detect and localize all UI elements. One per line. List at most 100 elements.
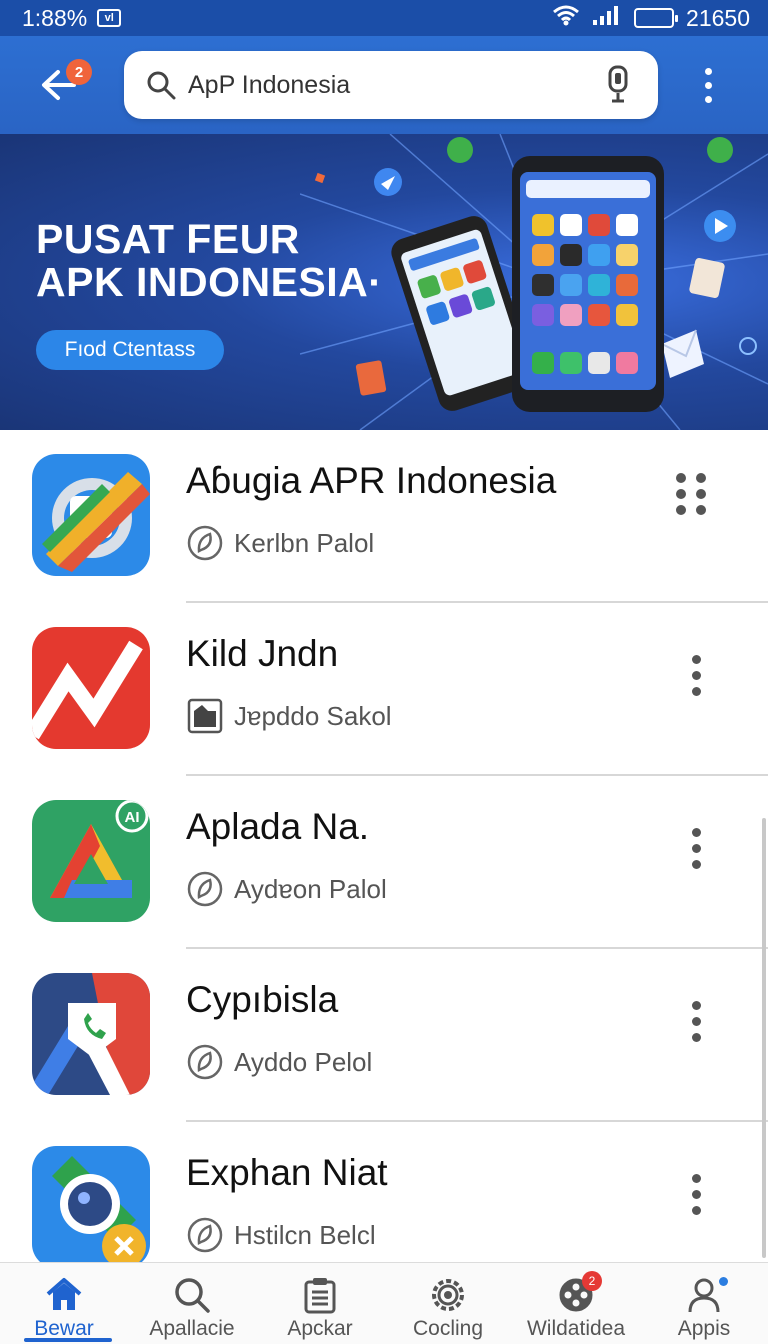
dot	[691, 1189, 701, 1199]
nav-item-apckar[interactable]: Apckar	[256, 1263, 384, 1344]
row-menu-button[interactable]	[674, 473, 708, 515]
leaf-circle-icon	[186, 870, 224, 908]
app-meta: Kerlbn Palol	[186, 524, 374, 562]
nav-label: Apallacie	[149, 1317, 235, 1340]
promo-banner[interactable]: PUSAT FEUR APK INDONESIA· Fıod Ctentass	[0, 134, 768, 430]
nav-badge: 2	[582, 1271, 602, 1291]
search-box[interactable]	[124, 51, 658, 119]
app-meta: Aydɐon Palol	[186, 870, 387, 908]
row-menu-button[interactable]	[676, 820, 716, 876]
vpn-icon: vl	[97, 9, 122, 27]
home-icon	[44, 1275, 84, 1315]
app-icon: AI	[32, 800, 150, 922]
app-icon	[32, 627, 150, 749]
dot	[691, 670, 701, 680]
app-bar: 2	[0, 36, 768, 134]
microphone-icon	[608, 65, 628, 103]
scrollbar-thumb[interactable]	[762, 818, 766, 1258]
status-time: 1:88%	[22, 4, 88, 31]
app-icon	[32, 973, 150, 1095]
dot	[691, 1032, 701, 1042]
dot	[704, 95, 712, 103]
status-right-text: 21650	[686, 4, 750, 31]
dot	[691, 843, 701, 853]
row-menu-button[interactable]	[676, 647, 716, 703]
notification-badge: 2	[66, 59, 92, 85]
app-name: Cypıbisla	[186, 979, 339, 1020]
back-button[interactable]: 2	[30, 57, 92, 113]
image-icon	[186, 697, 224, 735]
dot	[696, 489, 706, 499]
gear-icon	[428, 1275, 468, 1315]
app-name: Exphan Niat	[186, 1152, 388, 1193]
dot	[691, 1173, 701, 1183]
dot	[704, 67, 712, 75]
ai-badge: AI	[125, 809, 140, 826]
nav-item-home[interactable]: Bewar	[0, 1263, 128, 1344]
dot	[696, 505, 706, 515]
app-meta: Jɐpddo Sakol	[186, 697, 392, 735]
app-list-item[interactable]: Cypıbisla Ayddo Pelol	[0, 949, 768, 1122]
app-icon	[32, 454, 150, 576]
search-icon	[172, 1275, 212, 1315]
app-list: Aɓugia APR Indonesia Kerlbn Palol Kild J…	[0, 430, 768, 1295]
nav-item-search[interactable]: Apallacie	[128, 1263, 256, 1344]
app-icon	[32, 1146, 150, 1268]
row-menu-button[interactable]	[676, 1166, 716, 1222]
leaf-circle-icon	[186, 1043, 224, 1081]
app-meta: Ayddo Pelol	[186, 1043, 372, 1081]
leaf-circle-icon	[186, 1216, 224, 1254]
status-left: 1:88% vl	[22, 4, 122, 32]
nav-label: Apckar	[287, 1317, 353, 1340]
nav-label: Appis	[677, 1317, 731, 1340]
row-menu-button[interactable]	[676, 993, 716, 1049]
active-indicator	[24, 1338, 112, 1342]
banner-title-line: APK INDONESIA·	[36, 259, 383, 306]
app-meta-text: Jɐpddo Sakol	[234, 700, 392, 731]
voice-search-button[interactable]	[600, 63, 636, 107]
app-meta-text: Hstilcn Belcl	[234, 1219, 376, 1250]
dot	[696, 473, 706, 483]
app-name: Aplada Na.	[186, 806, 370, 847]
app-list-item[interactable]: Aɓugia APR Indonesia Kerlbn Palol	[0, 430, 768, 603]
status-right: 21650	[552, 4, 750, 32]
dot	[691, 1000, 701, 1010]
dot	[691, 686, 701, 696]
dot	[691, 859, 701, 869]
dot	[691, 1205, 701, 1215]
nav-item-media[interactable]: 2 Wildatidea	[512, 1263, 640, 1344]
leaf-circle-icon	[186, 524, 224, 562]
nav-label: Cocling	[412, 1317, 484, 1340]
app-list-item[interactable]: Kild Jndn Jɐpddo Sakol	[0, 603, 768, 776]
app-meta-text: Kerlbn Palol	[234, 527, 375, 558]
status-bar: 1:88% vl 21650	[0, 0, 768, 36]
signal-icon	[592, 4, 622, 32]
dot	[676, 505, 686, 515]
search-icon	[147, 71, 176, 100]
wifi-icon	[552, 4, 580, 32]
person-icon	[684, 1275, 728, 1315]
app-meta-text: Aydɐon Palol	[234, 873, 387, 904]
overflow-menu-button[interactable]	[688, 57, 728, 113]
bottom-navigation: Bewar Apallacie Apckar Cocling 2 Wildati…	[0, 1262, 768, 1344]
nav-item-profile[interactable]: Appis	[640, 1263, 768, 1344]
search-input[interactable]	[188, 70, 600, 100]
dot	[704, 81, 712, 89]
clipboard-icon	[300, 1275, 340, 1315]
dot	[691, 654, 701, 664]
nav-item-settings[interactable]: Cocling	[384, 1263, 512, 1344]
nav-dot	[719, 1277, 728, 1286]
dot	[691, 1016, 701, 1026]
app-name: Aɓugia APR Indonesia	[186, 460, 557, 501]
banner-title-line: PUSAT FEUR	[36, 216, 300, 262]
app-list-item[interactable]: AI Aplada Na. Aydɐon Palol	[0, 776, 768, 949]
app-meta: Hstilcn Belcl	[186, 1216, 376, 1254]
app-name: Kild Jndn	[186, 633, 339, 674]
banner-cta-button[interactable]: Fıod Ctentass	[36, 330, 224, 370]
film-reel-icon: 2	[556, 1271, 602, 1315]
dot	[691, 827, 701, 837]
nav-label: Wildatidea	[526, 1317, 626, 1340]
dot	[676, 489, 686, 499]
dot	[676, 473, 686, 483]
banner-title: PUSAT FEUR APK INDONESIA·	[36, 216, 383, 306]
